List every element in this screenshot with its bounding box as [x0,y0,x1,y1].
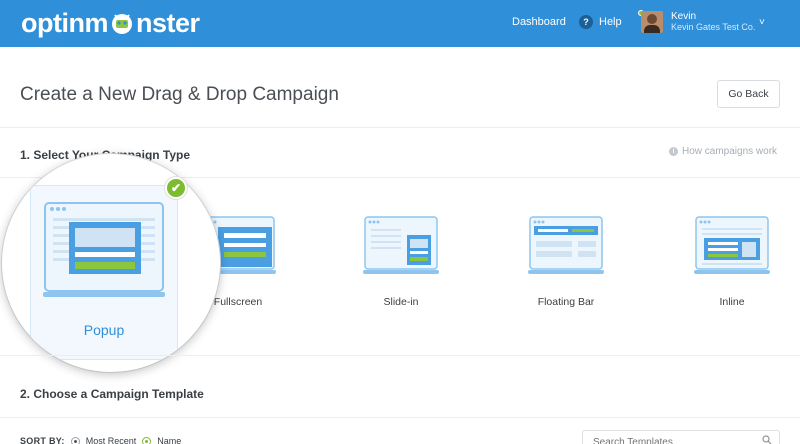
divider [0,417,800,418]
help-link[interactable]: ? Help [579,15,622,29]
logo-text-left: optinm [21,7,108,38]
sort-most-recent-radio[interactable] [70,436,80,444]
campaign-type-label-floating-bar[interactable]: Floating Bar [516,296,616,308]
info-icon: i [669,147,678,156]
chevron-down-icon[interactable]: ˅ [759,17,765,28]
search-templates-input[interactable] [582,430,780,444]
help-icon: ? [579,15,593,29]
optinmonster-logo[interactable]: optinm nster [21,8,200,38]
search-icon[interactable] [762,435,772,444]
user-name: Kevin [671,11,697,22]
slide-in-illustration-icon [363,216,439,274]
section-template-label: 2. Choose a Campaign Template [20,387,204,401]
sort-controls: SORT BY: Most Recent Name [20,436,181,444]
help-label: Help [599,16,622,28]
how-campaigns-work-label: How campaigns work [682,146,778,157]
sort-by-label: SORT BY: [20,436,65,444]
divider [0,127,800,128]
popup-illustration-icon [43,202,165,297]
campaign-type-slide-in[interactable] [363,215,439,277]
user-org: Kevin Gates Test Co. [671,22,756,32]
sort-most-recent-label[interactable]: Most Recent [86,436,137,444]
campaign-type-label-popup[interactable]: Popup [30,322,178,338]
sort-name-radio[interactable] [142,436,152,444]
logo-text-right: nster [135,7,200,38]
divider [0,355,800,356]
campaign-type-label-slide-in[interactable]: Slide-in [351,296,451,308]
campaign-type-floating-bar[interactable] [528,215,604,277]
inline-illustration-icon [694,216,770,274]
user-info: Kevin Kevin Gates Test Co. [671,11,755,33]
how-campaigns-work-link[interactable]: i How campaigns work [669,146,777,157]
nav-dashboard-link[interactable]: Dashboard [512,16,566,28]
sort-name-label[interactable]: Name [157,436,181,444]
magnifier-lens: Popup [2,154,220,372]
go-back-button[interactable]: Go Back [717,80,780,108]
monster-mascot-icon [109,11,135,35]
top-navbar: optinm nster Dashboard ? Help Kevin Kevi… [0,0,800,47]
campaign-type-label-inline[interactable]: Inline [682,296,782,308]
avatar [641,11,663,33]
campaign-type-inline[interactable] [694,215,770,277]
selected-check-icon: ✔ [165,177,187,199]
floating-bar-illustration-icon [528,216,604,274]
page-title: Create a New Drag & Drop Campaign [20,84,339,105]
user-menu[interactable]: Kevin Kevin Gates Test Co. [641,11,755,33]
